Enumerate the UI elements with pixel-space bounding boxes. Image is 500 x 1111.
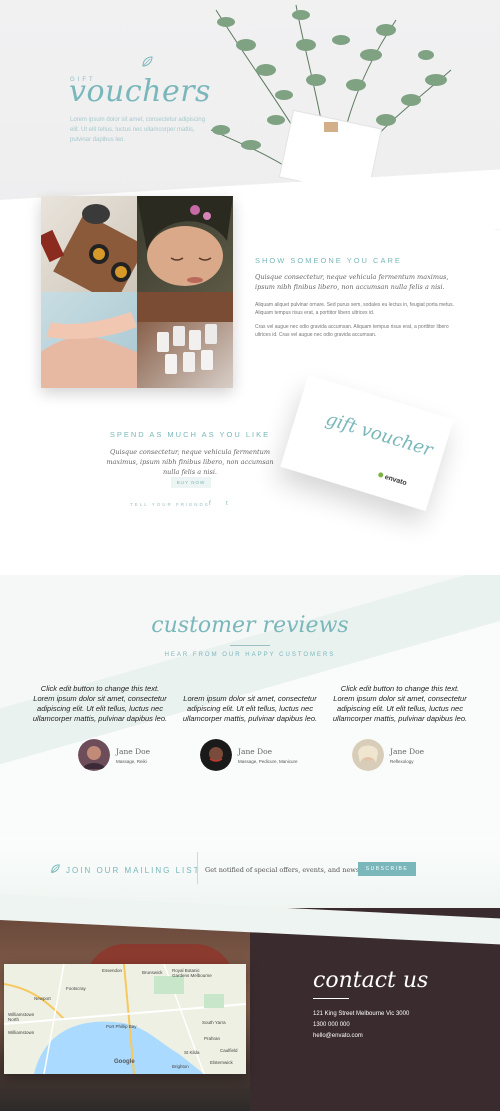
review-card: Click edit button to change this text. L… xyxy=(330,684,470,771)
map-label: Royal Botanic Gardens Melbourne xyxy=(172,968,212,978)
reviews-subtitle: HEAR FROM OUR HAPPY CUSTOMERS xyxy=(164,652,336,658)
avatar xyxy=(78,739,110,771)
envato-logo-text: envato xyxy=(383,473,408,488)
envato-logo: envato xyxy=(377,471,408,488)
map-label: South Yarra xyxy=(202,1020,226,1025)
reviewer-services: Reflexology xyxy=(390,759,414,764)
map-label: Elsternwick xyxy=(210,1060,233,1065)
map-label: Caulfield xyxy=(220,1048,238,1053)
review-card: Click edit button to change this text. L… xyxy=(30,684,170,771)
location-map[interactable]: Essendon Brunswick Royal Botanic Gardens… xyxy=(4,964,246,1074)
review-card: Lorem ipsum dolor sit amet, consectetur … xyxy=(180,684,320,771)
map-label: St Kilda xyxy=(184,1050,200,1055)
review-text: Lorem ipsum dolor sit amet, consectetur … xyxy=(182,694,318,723)
leaf-icon xyxy=(51,864,60,873)
tell-your-friends-label: TELL YOUR FRIENDS xyxy=(130,502,210,507)
contact-title: contact us xyxy=(313,968,429,993)
map-label: Essendon xyxy=(102,968,123,973)
spa-photo-collage xyxy=(41,196,233,388)
map-label: Williamstown xyxy=(8,1030,35,1035)
reviewer-services: Massage, Reiki xyxy=(116,759,147,764)
map-label: Brunswick xyxy=(142,970,163,975)
contact-email[interactable]: hello@envato.com xyxy=(313,1033,363,1039)
feature-quote: Quisque consectetur, neque vehicula ferm… xyxy=(255,273,449,291)
contact-address: 121 King Street Melbourne Vic 3000 xyxy=(313,1011,410,1017)
review-text: Click edit button to change this text. L… xyxy=(32,684,168,723)
tea-set-image xyxy=(41,196,137,292)
reviewer: Jane Doe Massage, Pedicure, Manicure xyxy=(200,739,330,773)
feature-heading: SHOW SOMEONE YOU CARE xyxy=(255,256,402,265)
mailing-list-text: Get notified of special offers, events, … xyxy=(205,866,360,874)
map-label: Newport xyxy=(34,996,51,1001)
reviewer-name: Jane Doe xyxy=(238,747,273,756)
leaf-icon xyxy=(142,56,153,67)
gift-voucher-card-image: gift voucher envato xyxy=(280,374,454,512)
spa-jars-image xyxy=(137,292,233,388)
google-logo: Google xyxy=(114,1059,135,1065)
reviews-divider xyxy=(230,645,270,646)
buy-now-button[interactable]: BUY NOW xyxy=(171,477,211,488)
spend-heading: SPEND AS MUCH AS YOU LIKE xyxy=(109,430,271,439)
hand-massage-image xyxy=(41,292,137,388)
map-label: Port Phillip Bay xyxy=(106,1024,137,1029)
feature-paragraph: Cras vel augue nec odio gravida accumsan… xyxy=(255,324,449,338)
face-treatment-image xyxy=(137,196,233,292)
reviewer: Jane Doe Massage, Reiki xyxy=(78,739,208,773)
reviewer-services: Massage, Pedicure, Manicure xyxy=(238,759,298,764)
spend-quote: Quisque consectetur, neque vehicula ferm… xyxy=(106,448,274,476)
map-label: Williamstown North xyxy=(8,1012,35,1022)
map-label: Footscray xyxy=(66,986,86,991)
contact-phone[interactable]: 1300 000 000 xyxy=(313,1022,350,1028)
divider xyxy=(197,852,198,884)
twitter-icon[interactable]: t xyxy=(226,501,228,507)
gift-voucher-script: gift voucher xyxy=(323,408,436,461)
envato-leaf-icon xyxy=(377,471,384,479)
hero-title: vouchers xyxy=(69,74,211,109)
mailing-list-title: JOIN OUR MAILING LIST xyxy=(66,866,201,875)
hero-description: Lorem ipsum dolor sit amet, consectetur … xyxy=(70,117,206,143)
avatar xyxy=(200,739,232,771)
reviews-title: customer reviews xyxy=(151,613,349,638)
reviewer-name: Jane Doe xyxy=(116,747,151,756)
map-label: Brighton xyxy=(172,1064,189,1069)
contact-divider xyxy=(313,998,349,999)
subscribe-button[interactable]: SUBSCRIBE xyxy=(358,862,416,876)
map-label: Prahran xyxy=(204,1036,221,1041)
avatar xyxy=(352,739,384,771)
review-text: Click edit button to change this text. L… xyxy=(332,684,468,723)
reviewer: Jane Doe Reflexology xyxy=(352,739,482,773)
reviewer-name: Jane Doe xyxy=(390,747,425,756)
feature-paragraph: Aliquam aliquet pulvinar ornare. Sed pur… xyxy=(255,302,454,316)
facebook-icon[interactable]: f xyxy=(209,501,211,507)
